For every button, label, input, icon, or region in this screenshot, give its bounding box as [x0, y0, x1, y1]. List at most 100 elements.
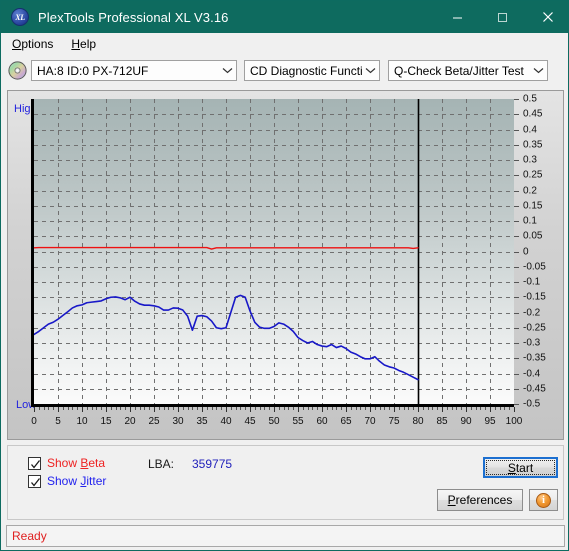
- x-tick-minor: [413, 407, 415, 410]
- function-select[interactable]: CD Diagnostic Functions: [244, 60, 380, 81]
- y-tick-mark: [514, 236, 519, 238]
- y-tick-mark: [514, 99, 519, 100]
- y-tick-mark: [514, 343, 519, 344]
- y-tick-label: -0.5: [523, 398, 541, 410]
- y-tick-label: 0.3: [523, 154, 537, 166]
- minimize-icon[interactable]: [435, 1, 480, 33]
- show-jitter-checkbox[interactable]: [28, 474, 41, 488]
- x-tick-minor: [302, 407, 304, 410]
- x-tick-minor: [245, 407, 247, 410]
- x-tick-minor: [72, 407, 74, 410]
- x-tick-mark: [34, 407, 35, 412]
- x-tick-minor: [360, 407, 362, 410]
- x-tick-minor: [422, 407, 424, 410]
- y-tick-mark: [514, 190, 519, 192]
- maximize-icon[interactable]: [480, 1, 525, 33]
- y-tick-label: -0.2: [523, 307, 541, 318]
- app-icon: XL: [11, 8, 29, 26]
- options-panel: Show Beta Show Jitter LBA: 359775 Start …: [7, 445, 564, 520]
- x-tick-minor: [259, 407, 261, 410]
- y-tick-label: 0.05: [523, 230, 543, 242]
- info-button[interactable]: i: [529, 489, 558, 511]
- x-tick-minor: [53, 407, 55, 410]
- x-tick-minor: [235, 407, 237, 410]
- y-tick-mark: [514, 221, 519, 222]
- x-tick-minor: [341, 407, 343, 410]
- x-tick-minor: [168, 407, 170, 410]
- start-button[interactable]: Start: [483, 457, 558, 478]
- x-tick-minor: [288, 407, 290, 410]
- x-tick-minor: [221, 407, 223, 410]
- drive-select-value: HA:8 ID:0 PX-712UF: [37, 63, 149, 78]
- x-tick-minor: [499, 407, 501, 410]
- test-select[interactable]: Q-Check Beta/Jitter Test: [388, 60, 548, 81]
- drive-select[interactable]: HA:8 ID:0 PX-712UF: [31, 60, 237, 81]
- x-tick-minor: [451, 407, 453, 410]
- x-tick-mark: [490, 407, 491, 412]
- x-tick-label: 100: [505, 416, 523, 427]
- x-tick-minor: [398, 407, 400, 410]
- x-tick-minor: [456, 407, 458, 410]
- x-tick-label: 80: [412, 416, 424, 427]
- x-tick-mark: [130, 407, 131, 412]
- menu-item-options[interactable]: Options: [4, 35, 61, 53]
- menu-bar: Options Help: [2, 33, 568, 54]
- x-tick-minor: [163, 407, 165, 410]
- x-tick-minor: [365, 407, 367, 410]
- x-tick-minor: [149, 407, 151, 410]
- y-tick-label: 0.15: [523, 200, 543, 212]
- toolbar: HA:8 ID:0 PX-712UF CD Diagnostic Functio…: [2, 54, 568, 87]
- x-tick-mark: [82, 407, 83, 412]
- x-tick-mark: [274, 407, 275, 412]
- x-tick-mark: [370, 407, 371, 412]
- show-jitter-checkbox-row[interactable]: Show Jitter: [28, 474, 106, 488]
- x-tick-label: 15: [100, 416, 112, 427]
- x-tick-minor: [379, 407, 381, 410]
- x-tick-mark: [58, 407, 59, 412]
- plot-area: [31, 99, 514, 407]
- x-tick-minor: [312, 407, 314, 410]
- y-tick-label: 0.5: [523, 93, 537, 105]
- y-tick-mark: [514, 205, 519, 207]
- x-tick-label: 55: [292, 416, 304, 427]
- x-tick-label: 25: [148, 416, 160, 427]
- chevron-down-icon[interactable]: [219, 61, 236, 80]
- x-tick-minor: [206, 407, 208, 410]
- menu-item-options-label: ptions: [21, 36, 54, 51]
- x-tick-minor: [264, 407, 266, 410]
- menu-item-help[interactable]: Help: [63, 35, 104, 53]
- check-icon: [31, 459, 41, 469]
- x-tick-minor: [331, 407, 333, 410]
- x-tick-label: 85: [436, 416, 448, 427]
- x-tick-mark: [202, 407, 203, 412]
- application-window: XL PlexTools Professional XL V3.16 Optio…: [0, 0, 569, 551]
- y-tick-label: -0.4: [523, 368, 541, 379]
- x-tick-minor: [144, 407, 146, 410]
- show-beta-checkbox-row[interactable]: Show Beta: [28, 456, 105, 470]
- close-icon[interactable]: [525, 1, 568, 33]
- y-tick-label: -0.25: [523, 322, 546, 334]
- x-tick-minor: [38, 407, 40, 410]
- focus-ring: [486, 460, 555, 475]
- info-icon-letter: i: [542, 494, 545, 506]
- chart-area: High Low 0.5 0.45 0.4 0.35 0.3 0.25 0.2 0.15 0.1…: [8, 91, 563, 439]
- x-tick-minor: [192, 407, 194, 410]
- x-tick-minor: [120, 407, 122, 410]
- x-tick-minor: [427, 407, 429, 410]
- y-tick-label: -0.1: [523, 276, 541, 288]
- x-tick-label: 30: [172, 416, 184, 427]
- x-tick-mark: [226, 407, 227, 412]
- show-beta-checkbox[interactable]: [28, 456, 41, 470]
- preferences-button[interactable]: Preferences: [437, 489, 523, 511]
- y-tick-mark: [514, 160, 519, 161]
- x-tick-minor: [211, 407, 213, 410]
- chevron-down-icon[interactable]: [530, 61, 547, 80]
- x-tick-minor: [173, 407, 175, 410]
- x-tick-mark: [154, 407, 155, 412]
- x-tick-label: 40: [220, 416, 232, 427]
- x-tick-minor: [494, 407, 496, 410]
- x-tick-minor: [96, 407, 98, 410]
- chevron-down-icon[interactable]: [362, 61, 379, 80]
- test-select-value: Q-Check Beta/Jitter Test: [394, 63, 524, 78]
- y-tick-mark: [514, 358, 519, 360]
